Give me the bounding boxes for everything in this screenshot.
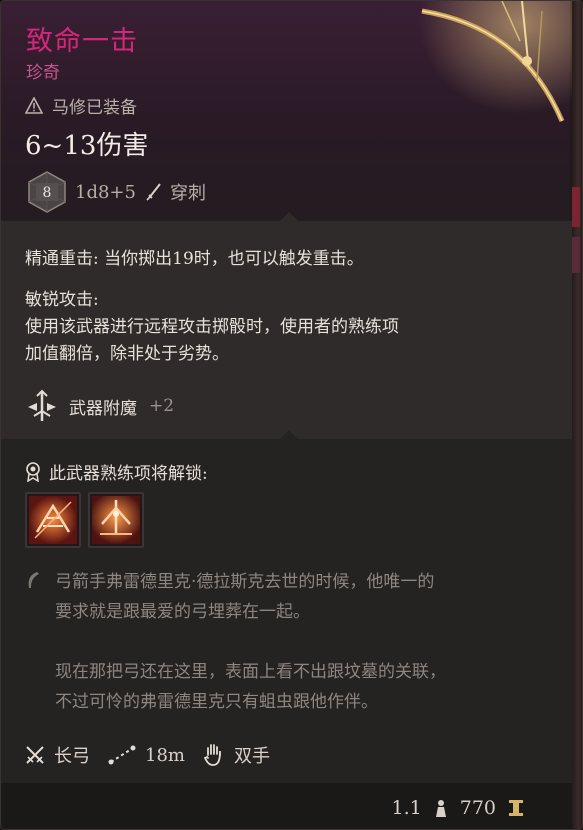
footer-section: 1.1 770 [1, 783, 572, 829]
crit-mastery-text: 精通重击: 当你掷出19时，也可以触发重击。 [25, 249, 364, 269]
dice-formula: 1d8+5 [75, 181, 136, 203]
edge-ornament [572, 187, 580, 227]
crossed-swords-icon [26, 746, 44, 764]
skill-slot[interactable] [25, 492, 81, 548]
d8-dice-icon: 8 [28, 171, 66, 213]
lore-line: 弓箭手弗雷德里克·德拉斯克去世的时候，他唯一的 [55, 572, 435, 592]
hand-icon [203, 744, 221, 766]
weight-icon [435, 800, 446, 817]
warning-icon [25, 96, 43, 114]
weapon-properties: 长弓 18m 双手 [25, 742, 288, 768]
proficiency-unlock: 此武器熟练项将解锁: [25, 459, 208, 484]
medal-icon [26, 461, 40, 482]
section-notch [280, 212, 298, 221]
item-value: 770 [459, 797, 496, 819]
bow-artwork-icon [402, 1, 572, 151]
section-notch [280, 430, 298, 439]
quill-icon [28, 572, 39, 588]
lore-text: 弓箭手弗雷德里克·德拉斯克去世的时候，他唯一的 要求就是跟最爱的弓埋葬在一起。 … [55, 567, 555, 717]
fire-pierce-skill-icon [92, 496, 140, 544]
handedness-label: 双手 [233, 746, 270, 767]
range-icon [108, 745, 136, 765]
handedness: 双手 [203, 742, 270, 768]
enchant-value: +2 [149, 396, 175, 416]
proficiency-section: 此武器熟练项将解锁: 弓箭手弗雷德里克·德拉斯克去世的时候，他唯一的 要求就是跟… [1, 430, 572, 783]
item-rarity: 珍奇 [26, 63, 60, 83]
sharp-attack-line: 加值翻倍，除非处于劣势。 [25, 344, 229, 364]
piercing-icon [146, 183, 161, 201]
enchantment-icon [28, 389, 56, 421]
item-name: 致命一击 [26, 26, 138, 57]
edge-ornament [572, 237, 580, 273]
weight-value-row: 1.1 770 [392, 797, 524, 819]
weapon-type-label: 长弓 [54, 746, 90, 767]
skill-slot[interactable] [88, 492, 144, 548]
equipped-label: 马修已装备 [52, 98, 137, 118]
item-tooltip: 致命一击 珍奇 马修已装备 6~13伤害 8 1d8+5 穿刺 精通重击: 当你… [0, 0, 583, 830]
sharp-attack-block: 敏锐攻击: 使用该武器进行远程攻击掷骰时，使用者的熟练项 加值翻倍，除非处于劣势… [25, 287, 399, 368]
weapon-enchantment: 武器附魔 +2 [25, 389, 174, 423]
sharp-attack-title: 敏锐攻击: [25, 290, 99, 310]
sharp-attack-line: 使用该武器进行远程攻击掷骰时，使用者的熟练项 [25, 317, 399, 337]
damage-type: 穿刺 [169, 183, 206, 204]
lore-line: 不过可怜的弗雷德里克只有蛆虫跟他作伴。 [55, 692, 378, 712]
flame-arrow-skill-icon [29, 496, 77, 544]
damage-dice-row: 8 1d8+5 穿刺 [27, 171, 206, 213]
weapon-type: 长弓 [25, 742, 90, 768]
lore-line: 要求就是跟最爱的弓埋葬在一起。 [55, 602, 310, 622]
damage-range: 6~13伤害 [25, 131, 149, 161]
skill-list [25, 492, 144, 548]
unlock-label: 此武器熟练项将解锁: [49, 464, 208, 484]
d8-dice-face: 8 [43, 185, 52, 201]
item-weight: 1.1 [391, 797, 422, 819]
passives-section: 精通重击: 当你掷出19时，也可以触发重击。 敏锐攻击: 使用该武器进行远程攻击… [1, 212, 572, 439]
weapon-range: 18m [108, 745, 185, 766]
lore-line: 现在那把弓还在这里，表面上看不出跟坟墓的关联， [55, 662, 446, 682]
equipped-status: 马修已装备 [25, 93, 137, 118]
range-label: 18m [145, 744, 185, 766]
gold-coin-icon [509, 800, 523, 816]
enchant-label: 武器附魔 [69, 398, 137, 419]
